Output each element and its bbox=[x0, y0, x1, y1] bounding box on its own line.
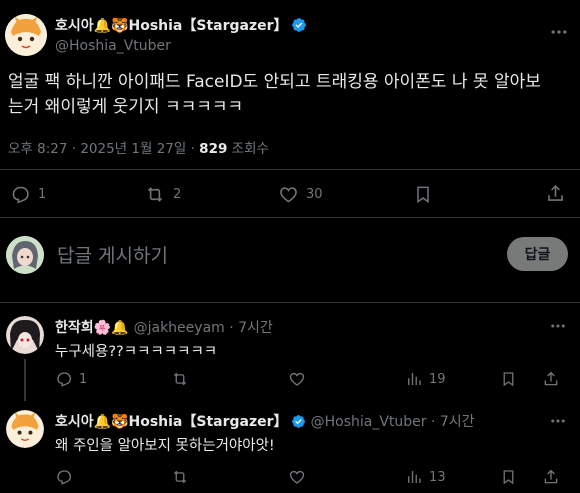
reply-1-retweet-action[interactable] bbox=[171, 370, 189, 388]
reply-submit-button[interactable]: 답글 bbox=[507, 237, 568, 271]
divider bbox=[0, 169, 580, 170]
current-user-avatar[interactable] bbox=[6, 236, 44, 274]
heart-icon bbox=[288, 468, 306, 486]
share-icon[interactable] bbox=[542, 370, 560, 388]
views-chart-icon bbox=[405, 370, 423, 388]
reply-2-display-name[interactable]: 호시아🔔🐯Hoshia【Stargazer】 bbox=[55, 414, 306, 430]
reply-icon bbox=[55, 370, 73, 388]
share-icon[interactable] bbox=[545, 183, 566, 204]
reply-1-reply-action[interactable]: 1 bbox=[55, 370, 87, 388]
retweet-action[interactable]: 2 bbox=[144, 184, 181, 205]
like-action[interactable]: 30 bbox=[278, 184, 323, 205]
share-icon[interactable] bbox=[542, 468, 560, 486]
bookmark-icon[interactable] bbox=[413, 184, 433, 205]
reply-2-retweet-action[interactable] bbox=[171, 468, 189, 486]
like-count: 30 bbox=[306, 187, 323, 202]
divider bbox=[0, 217, 580, 218]
more-options-icon[interactable] bbox=[549, 412, 567, 430]
reply-1-avatar[interactable] bbox=[6, 316, 44, 354]
reply-input[interactable]: 답글 게시하기 bbox=[57, 241, 168, 268]
main-post-views-label: 조회수 bbox=[227, 141, 269, 157]
bookmark-icon[interactable] bbox=[500, 370, 517, 388]
main-post-handle[interactable]: @Hoshia_Vtuber bbox=[55, 38, 171, 54]
reply-2-views-action[interactable]: 13 bbox=[405, 468, 446, 486]
reply-2-handle[interactable]: @Hoshia_Vtuber · 7시간 bbox=[311, 414, 475, 430]
bookmark-icon[interactable] bbox=[500, 468, 517, 486]
reply-1-text: 누구세용??ㅋㅋㅋㅋㅋㅋㅋ bbox=[55, 344, 218, 360]
reply-1-reply-count: 1 bbox=[79, 371, 88, 387]
views-chart-icon bbox=[405, 468, 423, 486]
reply-2-display-name-text: 호시아🔔🐯Hoshia【Stargazer】 bbox=[55, 414, 288, 430]
verified-badge-icon bbox=[291, 414, 306, 433]
reply-2-text: 왜 주인을 알아보지 못하는거야아앗! bbox=[55, 438, 275, 454]
main-post-text-line-1: 얼굴 팩 하니깐 아이패드 FaceID도 안되고 트래킹용 아이폰도 나 못 … bbox=[8, 72, 541, 92]
main-post-avatar[interactable] bbox=[5, 14, 47, 56]
main-post-timestamp[interactable]: 오후 8:27 · 2025년 1월 27일 · bbox=[8, 141, 199, 157]
divider bbox=[0, 302, 580, 303]
reply-2-reply-action[interactable] bbox=[55, 468, 73, 486]
reply-icon bbox=[10, 184, 31, 205]
reply-1-like-action[interactable] bbox=[288, 370, 306, 388]
more-options-icon[interactable] bbox=[549, 22, 569, 42]
main-post-meta: 오후 8:27 · 2025년 1월 27일 · 829 조회수 bbox=[8, 137, 269, 157]
more-options-icon[interactable] bbox=[549, 317, 567, 335]
reply-1-views-action[interactable]: 19 bbox=[405, 370, 446, 388]
main-post-text: 얼굴 팩 하니깐 아이패드 FaceID도 안되고 트래킹용 아이폰도 나 못 … bbox=[8, 70, 541, 120]
retweet-icon bbox=[171, 468, 189, 486]
heart-icon bbox=[288, 370, 306, 388]
verified-badge-icon bbox=[291, 17, 307, 37]
main-post-display-name-text: 호시아🔔🐯Hoshia【Stargazer】 bbox=[55, 18, 288, 34]
reply-1-views-count: 19 bbox=[429, 371, 446, 387]
reply-1-handle[interactable]: @jakheeyam · 7시간 bbox=[134, 320, 273, 336]
reply-2-like-action[interactable] bbox=[288, 468, 306, 486]
reply-icon bbox=[55, 468, 73, 486]
reply-2-avatar[interactable] bbox=[6, 410, 44, 448]
reply-1-display-name[interactable]: 한작희🌸🔔 bbox=[55, 320, 129, 336]
main-post-views-count: 829 bbox=[199, 141, 228, 157]
retweet-icon bbox=[144, 184, 166, 205]
retweet-icon bbox=[171, 370, 189, 388]
main-post-text-line-2: 는거 왜이렇게 웃기지 ㅋㅋㅋㅋㅋ bbox=[8, 97, 244, 117]
main-post-display-name[interactable]: 호시아🔔🐯Hoshia【Stargazer】 bbox=[55, 15, 307, 37]
reply-count: 1 bbox=[38, 187, 47, 202]
reply-1-header: 한작희🌸🔔 @jakheeyam · 7시간 bbox=[55, 317, 273, 337]
reply-2-views-count: 13 bbox=[429, 469, 446, 485]
reply-action[interactable]: 1 bbox=[10, 184, 46, 205]
retweet-count: 2 bbox=[173, 187, 182, 202]
heart-icon bbox=[278, 184, 299, 205]
reply-2-header: 호시아🔔🐯Hoshia【Stargazer】 @Hoshia_Vtuber · … bbox=[55, 411, 475, 433]
thread-line bbox=[24, 359, 26, 401]
